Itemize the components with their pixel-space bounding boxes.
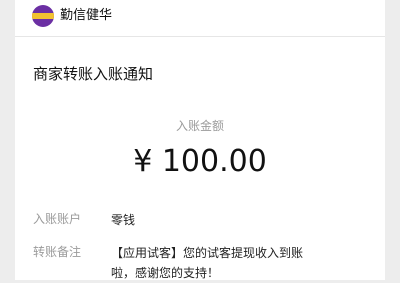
card-header: 勤信健华 <box>15 0 385 37</box>
notification-card: 勤信健华 商家转账入账通知 入账金额 ¥ 100.00 入账账户 零钱 转账备注… <box>15 0 385 280</box>
remark-line-1: 【应用试客】您的试客提现收入到账 <box>111 246 304 260</box>
remark-line-2: 啦，感谢您的支持！ <box>111 266 220 280</box>
account-value: 零钱 <box>111 213 136 227</box>
brand-logo-icon[interactable] <box>32 5 54 27</box>
remark-value: 【应用试客】您的试客提现收入到账 啦，感谢您的支持！ <box>111 243 311 283</box>
brand-name[interactable]: 勤信健华 <box>60 6 112 26</box>
remark-label: 转账备注 <box>33 245 82 259</box>
logo-band <box>32 13 54 19</box>
amount-label: 入账金额 <box>175 119 224 133</box>
notice-title: 商家转账入账通知 <box>33 65 154 83</box>
amount-value: ¥ 100.00 <box>133 144 267 179</box>
account-label: 入账账户 <box>33 212 82 226</box>
